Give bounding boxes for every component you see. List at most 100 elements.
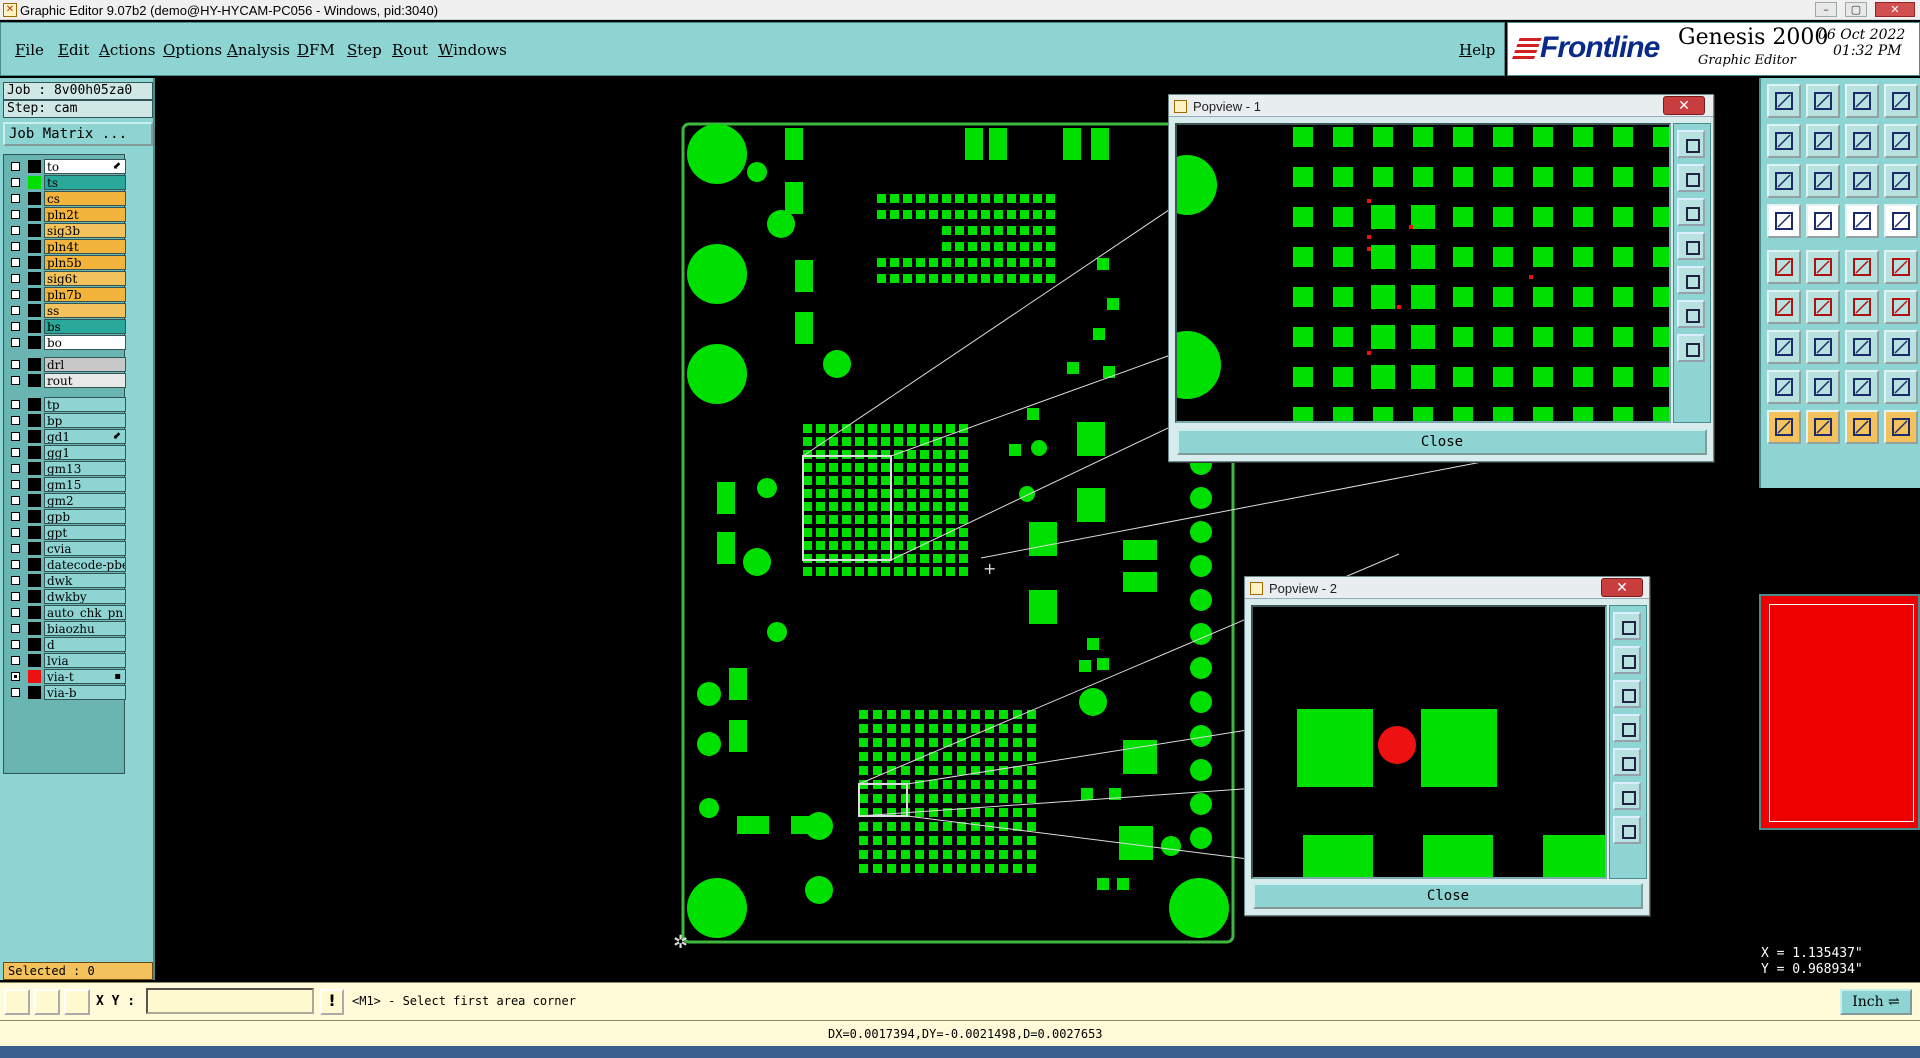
layer-name[interactable]: gpb xyxy=(44,509,126,524)
layer-name[interactable]: dwk xyxy=(44,573,126,588)
overview-panel[interactable] xyxy=(1759,594,1920,830)
layer-color-swatch[interactable] xyxy=(28,272,41,285)
layer-color-swatch[interactable] xyxy=(28,414,41,427)
layer-name[interactable]: ts xyxy=(44,175,126,190)
layer-row-dwkby[interactable]: dwkby xyxy=(4,589,126,604)
pv1-pan-up-icon[interactable] xyxy=(1677,164,1705,192)
tool-open-icon[interactable] xyxy=(1767,84,1801,118)
layer-color-swatch[interactable] xyxy=(28,224,41,237)
layer-color-swatch[interactable] xyxy=(28,510,41,523)
layer-color-swatch[interactable] xyxy=(28,494,41,507)
tool-center-icon[interactable] xyxy=(1806,164,1840,198)
menu-windows[interactable]: Windows xyxy=(438,41,507,59)
tool-next-icon[interactable] xyxy=(1806,124,1840,158)
layer-checkbox[interactable] xyxy=(11,640,20,649)
tool-query-icon[interactable] xyxy=(1884,164,1918,198)
layer-row-rout[interactable]: rout xyxy=(4,373,126,388)
layer-row-cs[interactable]: cs xyxy=(4,191,126,206)
layer-color-swatch[interactable] xyxy=(28,622,41,635)
layer-row-lvia[interactable]: lvia xyxy=(4,653,126,668)
layer-row-gpb[interactable]: gpb xyxy=(4,509,126,524)
layer-color-swatch[interactable] xyxy=(28,558,41,571)
layer-checkbox[interactable] xyxy=(11,290,20,299)
pv1-zoom-icon[interactable] xyxy=(1677,130,1705,158)
layer-row-pln2t[interactable]: pln2t xyxy=(4,207,126,222)
menu-file[interactable]: File xyxy=(15,41,44,59)
layer-row-datecode-pbe[interactable]: datecode-pbe xyxy=(4,557,126,572)
layer-color-swatch[interactable] xyxy=(28,160,41,173)
pv2-zoom-icon[interactable] xyxy=(1613,612,1641,640)
layer-name[interactable]: gm15 xyxy=(44,477,126,492)
tool-select-icon[interactable] xyxy=(1767,410,1801,444)
layer-color-swatch[interactable] xyxy=(28,374,41,387)
layer-color-swatch[interactable] xyxy=(28,526,41,539)
layer-name[interactable]: gm13 xyxy=(44,461,126,476)
menu-analysis[interactable]: Analysis xyxy=(227,41,290,59)
tool-move-tool-icon[interactable] xyxy=(1884,410,1918,444)
layer-row-gpt[interactable]: gpt xyxy=(4,525,126,540)
pv2-pan-left-icon[interactable] xyxy=(1613,714,1641,742)
snap-mode-icon[interactable] xyxy=(4,989,30,1015)
layer-name[interactable]: biaozhu xyxy=(44,621,126,636)
layer-color-swatch[interactable] xyxy=(28,398,41,411)
tool-undo-icon[interactable] xyxy=(1845,124,1879,158)
pv1-fit-icon[interactable] xyxy=(1677,300,1705,328)
layer-checkbox[interactable] xyxy=(11,608,20,617)
layer-name[interactable]: d xyxy=(44,637,126,652)
tool-arc-icon[interactable] xyxy=(1845,370,1879,404)
layer-color-swatch[interactable] xyxy=(28,670,41,683)
pv2-fit-icon[interactable] xyxy=(1613,782,1641,810)
layer-row-tp[interactable]: tp xyxy=(4,397,126,412)
popview-2-close-x[interactable]: ✕ xyxy=(1601,578,1643,597)
layer-checkbox[interactable] xyxy=(11,512,20,521)
layer-name[interactable]: bs xyxy=(44,319,126,334)
layer-color-swatch[interactable] xyxy=(28,240,41,253)
layer-name[interactable]: bo xyxy=(44,335,126,350)
layer-checkbox[interactable] xyxy=(11,274,20,283)
layer-row-biaozhu[interactable]: biaozhu xyxy=(4,621,126,636)
layer-color-swatch[interactable] xyxy=(28,192,41,205)
layer-checkbox[interactable] xyxy=(11,544,20,553)
menu-edit[interactable]: Edit xyxy=(58,41,89,59)
tool-save-icon[interactable] xyxy=(1806,84,1840,118)
unit-selector[interactable]: Inch ⇌ xyxy=(1840,989,1912,1015)
layer-checkbox[interactable] xyxy=(11,480,20,489)
layer-row-cvia[interactable]: cvia xyxy=(4,541,126,556)
layer-name[interactable]: pln2t xyxy=(44,207,126,222)
layer-name[interactable]: rout xyxy=(44,373,126,388)
layer-checkbox[interactable] xyxy=(11,528,20,537)
layer-row-gg1[interactable]: gg1 xyxy=(4,445,126,460)
layer-checkbox[interactable] xyxy=(11,226,20,235)
tool-snap-icon[interactable] xyxy=(1767,204,1801,238)
menu-step[interactable]: Step xyxy=(347,41,382,59)
layer-checkbox[interactable] xyxy=(11,624,20,633)
layer-color-swatch[interactable] xyxy=(28,478,41,491)
popview-1-close-button[interactable]: Close xyxy=(1177,429,1707,455)
layer-color-swatch[interactable] xyxy=(28,256,41,269)
tool-pad-icon[interactable] xyxy=(1884,330,1918,364)
layer-row-gm13[interactable]: gm13 xyxy=(4,461,126,476)
tool-flip-icon[interactable] xyxy=(1884,290,1918,324)
layer-checkbox[interactable] xyxy=(11,448,20,457)
tool-move-icon[interactable] xyxy=(1806,290,1840,324)
layer-checkbox[interactable] xyxy=(11,178,20,187)
layer-color-swatch[interactable] xyxy=(28,288,41,301)
layer-row-bo[interactable]: bo xyxy=(4,335,126,350)
layer-row-pln4t[interactable]: pln4t xyxy=(4,239,126,254)
layer-color-swatch[interactable] xyxy=(28,320,41,333)
layer-color-swatch[interactable] xyxy=(28,606,41,619)
layer-color-swatch[interactable] xyxy=(28,590,41,603)
tool-corner-icon[interactable] xyxy=(1884,370,1918,404)
pv1-pan-right-icon[interactable] xyxy=(1677,266,1705,294)
tool-measure-icon[interactable] xyxy=(1845,204,1879,238)
popview-1-view[interactable] xyxy=(1175,123,1671,423)
layer-name[interactable]: dwkby xyxy=(44,589,126,604)
tool-point-icon[interactable] xyxy=(1845,410,1879,444)
layer-row-dwk[interactable]: dwk xyxy=(4,573,126,588)
layer-row-pln5b[interactable]: pln5b xyxy=(4,255,126,270)
layer-row-gd1[interactable]: gd1 ⬋ xyxy=(4,429,126,444)
layer-row-pln7b[interactable]: pln7b xyxy=(4,287,126,302)
layer-name[interactable]: via-b xyxy=(44,685,126,700)
popview-2-close-button[interactable]: Close xyxy=(1253,883,1643,909)
layer-color-swatch[interactable] xyxy=(28,686,41,699)
